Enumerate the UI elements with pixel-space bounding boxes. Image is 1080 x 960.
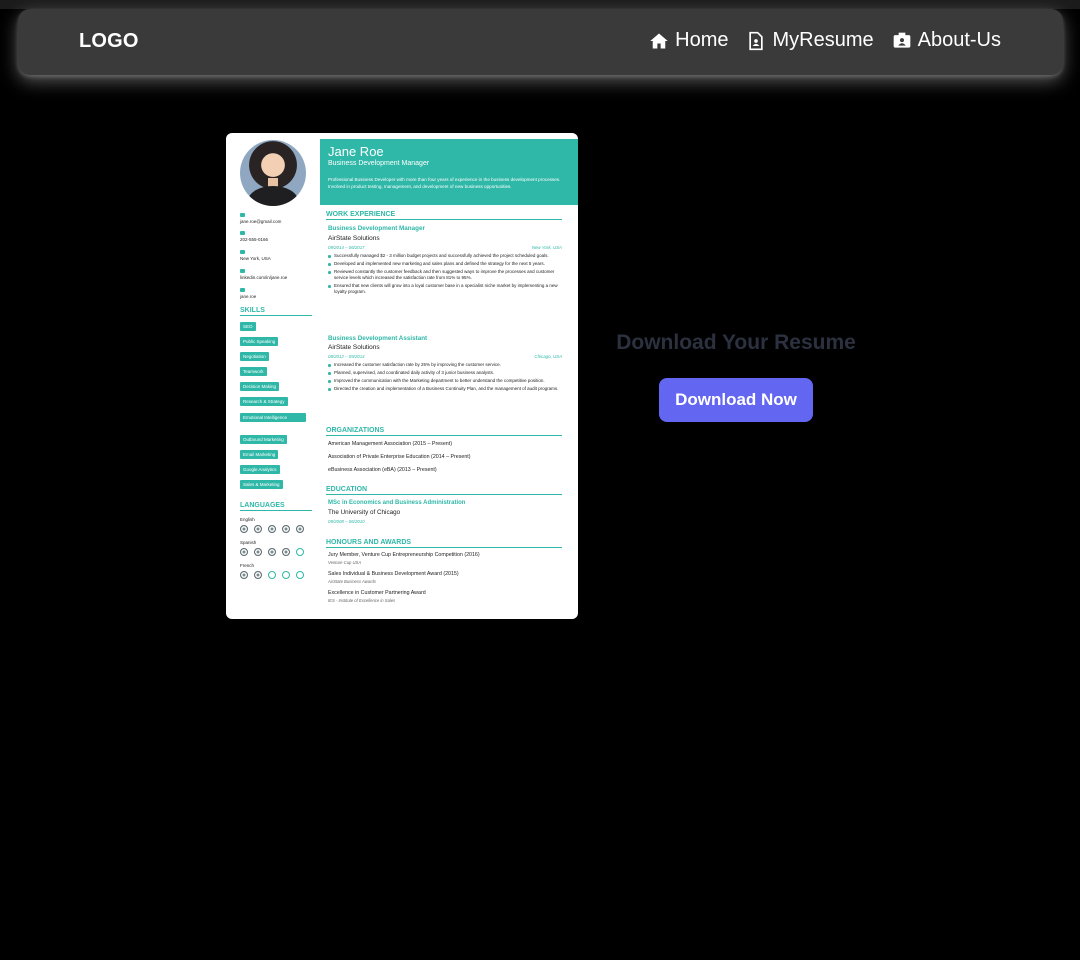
- award-issuer: IES - Institute of Excellence in Sales: [328, 598, 396, 603]
- contact-phone: 202-555-0166: [240, 231, 268, 242]
- skill-tag: Outbound Marketing: [240, 435, 287, 444]
- skill-tag: SEO: [240, 322, 256, 331]
- contact-skype: jane.roe: [240, 288, 256, 299]
- organizations-heading: ORGANIZATIONS: [326, 427, 562, 436]
- awards-heading: HONOURS AND AWARDS: [326, 539, 562, 548]
- nav-myresume[interactable]: MyResume: [746, 29, 874, 52]
- skill-tag: Email Marketing: [240, 450, 279, 459]
- skill-tag: Research & Strategy: [240, 397, 288, 406]
- award-title: Sales Individual & Business Development …: [328, 571, 459, 577]
- nav-myresume-label: MyResume: [772, 29, 874, 51]
- list-item: Developed and implemented new marketing …: [328, 261, 564, 267]
- job-title: Business Development Assistant: [328, 335, 428, 342]
- logo[interactable]: LOGO: [79, 30, 139, 53]
- language-name: Spanish: [240, 540, 257, 545]
- document-icon: [746, 31, 766, 51]
- award-issuer: AirState Business Awards: [328, 579, 376, 584]
- work-heading: WORK EXPERIENCE: [326, 211, 562, 220]
- nav-links: Home MyResume About-Us: [649, 29, 1001, 52]
- language-level: [240, 548, 304, 556]
- email-icon: [240, 213, 245, 217]
- resume-sidebar: jane.roe@gmail.com 202-555-0166 New York…: [226, 133, 320, 619]
- profile-photo: [240, 140, 306, 206]
- resume-header: Jane Roe Business Development Manager Pr…: [320, 139, 578, 205]
- job-title: Business Development Manager: [328, 225, 425, 232]
- linkedin-icon: [240, 269, 245, 273]
- job-dates: 09/2014 – 06/2017 New York, USA: [328, 245, 562, 250]
- language-level: [240, 571, 304, 579]
- job-bullets: Successfully managed $2 - 3 million budg…: [328, 253, 564, 297]
- job-bullets: Increased the customer satisfaction rate…: [328, 362, 564, 394]
- resume-main: Jane Roe Business Development Manager Pr…: [320, 133, 578, 619]
- languages-heading: LANGUAGES: [240, 502, 312, 511]
- job-dates: 08/2012 – 09/2014 Chicago, USA: [328, 354, 562, 359]
- skill-tag: Teamwork: [240, 367, 267, 376]
- language-name: English: [240, 517, 255, 522]
- location-icon: [240, 250, 245, 254]
- navbar: LOGO Home MyResume About-Us: [18, 9, 1063, 75]
- top-strip: [0, 0, 1080, 9]
- download-heading: Download Your Resume: [616, 331, 856, 354]
- job-location: New York, USA: [531, 245, 562, 250]
- home-icon: [649, 31, 669, 51]
- skype-icon: [240, 288, 245, 292]
- skill-tag: Emotional Intelligence: [240, 413, 306, 422]
- award-title: Excellence in Customer Partnering Award: [328, 590, 426, 596]
- skill-tag: Negotiation: [240, 352, 269, 361]
- resume-preview: jane.roe@gmail.com 202-555-0166 New York…: [226, 133, 578, 619]
- job-company: AirState Solutions: [328, 235, 380, 242]
- skill-tag: Google Analytics: [240, 465, 280, 474]
- language-name: French: [240, 563, 255, 568]
- nav-aboutus-label: About-Us: [917, 29, 1001, 51]
- list-item: Ensured that new clients will grow into …: [328, 283, 564, 295]
- award-issuer: Venture Cup USA: [328, 560, 362, 565]
- list-item: Directed the creation and implementation…: [328, 386, 564, 392]
- organization-item: Association of Private Enterprise Educat…: [328, 454, 471, 460]
- list-item: Reviewed constantly the customer feedbac…: [328, 269, 564, 281]
- list-item: Improved the communication with the Mark…: [328, 378, 564, 384]
- list-item: Planned, supervised, and coordinated dai…: [328, 370, 564, 376]
- award-title: Jury Member, Venture Cup Entrepreneurshi…: [328, 552, 480, 558]
- download-now-button[interactable]: Download Now: [659, 378, 813, 422]
- resume-title: Business Development Manager: [328, 160, 430, 167]
- skill-tag: Sales & Marketing: [240, 480, 283, 489]
- job-location: Chicago, USA: [534, 354, 562, 359]
- organization-item: eBusiness Association (eBA) (2013 – Pres…: [328, 467, 437, 473]
- skill-tag: Decision Making: [240, 382, 280, 391]
- contact-card-icon: [892, 31, 912, 51]
- list-item: Increased the customer satisfaction rate…: [328, 362, 564, 368]
- education-school: The University of Chicago: [328, 509, 401, 516]
- job-company: AirState Solutions: [328, 344, 380, 351]
- skills-heading: SKILLS: [240, 307, 312, 316]
- phone-icon: [240, 231, 245, 235]
- contact-email: jane.roe@gmail.com: [240, 213, 281, 224]
- nav-aboutus[interactable]: About-Us: [892, 29, 1001, 52]
- contact-location: New York, USA: [240, 250, 271, 261]
- education-heading: EDUCATION: [326, 486, 562, 495]
- education-degree: MSc in Economics and Business Administra…: [328, 500, 466, 506]
- organization-item: American Management Association (2015 – …: [328, 441, 452, 447]
- language-level: [240, 525, 304, 533]
- contact-linkedin: linkedin.com/in/jane.roe: [240, 269, 287, 280]
- nav-home[interactable]: Home: [649, 29, 728, 52]
- list-item: Successfully managed $2 - 3 million budg…: [328, 253, 564, 259]
- nav-home-label: Home: [675, 29, 729, 51]
- education-dates: 09/2008 – 06/2010: [328, 519, 365, 524]
- skill-tag: Public Speaking: [240, 337, 279, 346]
- resume-name: Jane Roe: [328, 144, 384, 159]
- resume-summary: Professional Business Developer with mor…: [328, 177, 561, 189]
